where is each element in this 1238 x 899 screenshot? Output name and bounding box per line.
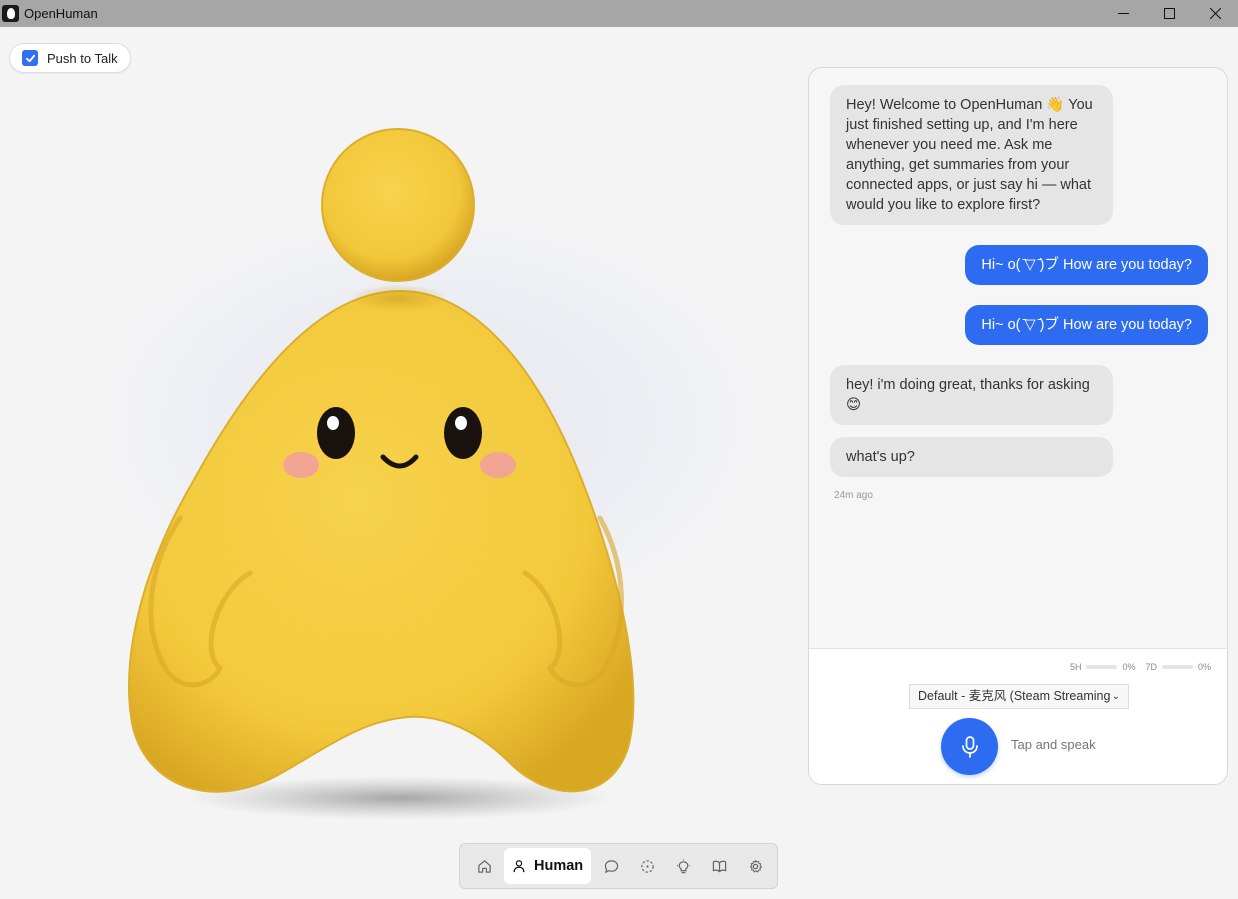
- nav-item-ideas[interactable]: [665, 848, 701, 884]
- right-eye-highlight: [455, 416, 467, 430]
- left-cheek: [283, 452, 319, 478]
- usage-percent-7d: 0%: [1197, 662, 1211, 672]
- minimize-button[interactable]: [1100, 0, 1146, 27]
- chat-bubble-icon: [604, 859, 618, 873]
- assistant-message: what's up?: [830, 437, 1113, 477]
- tap-and-speak-hint: Tap and speak: [1011, 737, 1096, 752]
- dashed-circle-icon: [640, 859, 654, 873]
- main-stage: Push to Talk Hey! Welcome to OpenHuman 👋…: [0, 27, 1238, 899]
- neck-shadow: [348, 284, 448, 312]
- right-eye: [444, 407, 482, 459]
- title-bar: OpenHuman: [0, 0, 1238, 27]
- nav-item-home[interactable]: [466, 848, 502, 884]
- nav-item-human[interactable]: Human: [504, 848, 592, 884]
- gear-icon: [749, 859, 762, 872]
- input-device-select[interactable]: Default - 麦克风 (Steam Streaming ⌄: [909, 684, 1129, 709]
- usage-percent-5h: 0%: [1122, 662, 1136, 672]
- user-message: Hi~ o( ̄▽ ̄)ブ How are you today?: [965, 245, 1208, 285]
- nav-item-library[interactable]: [701, 848, 737, 884]
- assistant-message: hey! i'm doing great, thanks for asking …: [830, 365, 1113, 425]
- bottom-nav: Human: [459, 843, 778, 889]
- assistant-message: Hey! Welcome to OpenHuman 👋 You just fin…: [830, 85, 1113, 225]
- nav-item-integrations[interactable]: [629, 848, 665, 884]
- usage-label-7d: 7D: [1145, 662, 1157, 672]
- usage-meters: 5H 0% 7D 0%: [1070, 662, 1211, 672]
- left-eye: [317, 407, 355, 459]
- chat-panel: Hey! Welcome to OpenHuman 👋 You just fin…: [808, 67, 1228, 785]
- book-icon: [712, 860, 726, 872]
- home-icon: [477, 859, 491, 873]
- right-cheek: [480, 452, 516, 478]
- message-timestamp: 24m ago: [834, 490, 873, 501]
- microphone-button[interactable]: [941, 718, 998, 775]
- checkbox-checked-icon[interactable]: [22, 50, 38, 66]
- chevron-down-icon: ⌄: [1111, 691, 1120, 702]
- user-icon: [513, 860, 525, 873]
- push-to-talk-toggle[interactable]: Push to Talk: [9, 43, 131, 73]
- nav-item-human-label: Human: [534, 858, 584, 874]
- usage-label-5h: 5H: [1069, 662, 1082, 672]
- close-icon: [1209, 8, 1221, 19]
- usage-bar-7d: [1161, 665, 1193, 669]
- left-eye-highlight: [327, 416, 339, 430]
- maximize-icon: [1163, 8, 1175, 19]
- minimize-icon: [1117, 13, 1129, 14]
- push-to-talk-label: Push to Talk: [47, 50, 118, 66]
- nav-item-settings[interactable]: [737, 848, 773, 884]
- chat-footer: 5H 0% 7D 0% Default - 麦克风 (Steam Streami…: [809, 648, 1227, 784]
- usage-bar-5h: [1086, 665, 1118, 669]
- mascot-head: [321, 128, 475, 282]
- input-device-value: Default - 麦克风 (Steam Streaming: [918, 689, 1111, 703]
- microphone-icon: [961, 735, 978, 758]
- nav-item-chat[interactable]: [593, 848, 629, 884]
- close-button[interactable]: [1192, 0, 1238, 27]
- lightbulb-icon: [676, 858, 690, 873]
- app-logo-icon: [2, 5, 19, 22]
- window-title: OpenHuman: [24, 6, 98, 21]
- message-list[interactable]: Hey! Welcome to OpenHuman 👋 You just fin…: [809, 68, 1227, 648]
- user-message: Hi~ o( ̄▽ ̄)ブ How are you today?: [965, 305, 1208, 345]
- maximize-button[interactable]: [1146, 0, 1192, 27]
- mascot-body: [128, 289, 635, 793]
- mascot-avatar[interactable]: [120, 123, 660, 823]
